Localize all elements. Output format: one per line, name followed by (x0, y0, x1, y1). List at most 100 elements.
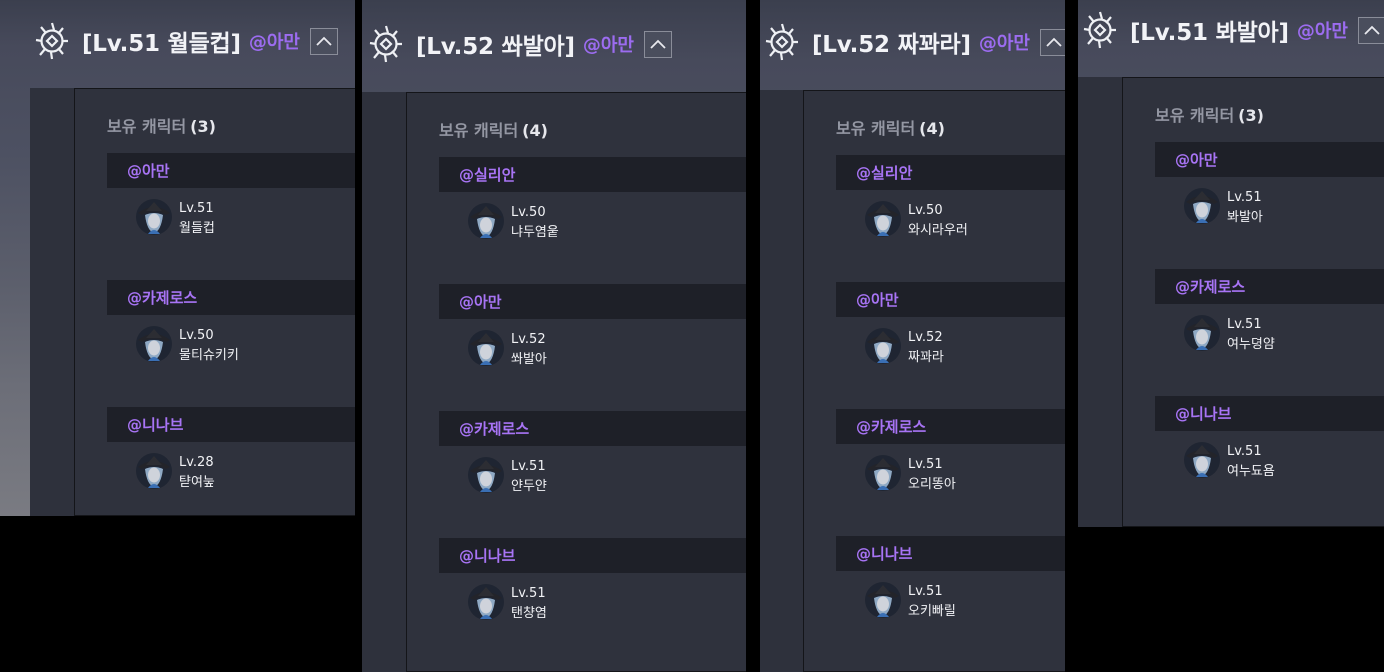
family-name: @카제로스 (856, 418, 927, 436)
character-name: 오리똥아 (908, 477, 956, 492)
collapse-button[interactable] (1039, 28, 1065, 56)
panel-heading: 보유 캐릭터 (4) (836, 119, 945, 138)
character-entry[interactable]: Lv.50 물티슈키키 (135, 325, 355, 366)
character-level: Lv.50 (908, 203, 943, 218)
character-name: 월들컵 (179, 221, 215, 236)
character-level: Lv.51 (1227, 190, 1262, 205)
family-bar: @아만 (836, 282, 1065, 317)
family-name: @카제로스 (1175, 278, 1246, 296)
family-name: @니나브 (459, 547, 516, 565)
character-entry[interactable]: Lv.52 쏴발아 (467, 329, 746, 370)
family-bar: @카제로스 (1155, 269, 1384, 304)
family-group: @니나브 Lv.51 여누됴욤 (1155, 396, 1384, 482)
character-count: (3) (1238, 106, 1264, 125)
character-portrait-icon (864, 200, 902, 238)
character-name: 탠챵염 (511, 606, 547, 621)
window-title: [Lv.51 봐발아] (1130, 20, 1289, 46)
collapse-button[interactable] (1357, 16, 1384, 44)
family-name: @니나브 (1175, 405, 1232, 423)
character-name: 냐두염웉 (511, 225, 559, 240)
character-level: Lv.52 (908, 330, 943, 345)
family-name: @실리안 (856, 164, 913, 182)
family-group: @카제로스 Lv.51 얀두얀 (439, 411, 746, 497)
family-bar: @니나브 (439, 538, 746, 573)
family-bar: @카제로스 (439, 411, 746, 446)
character-name: 물티슈키키 (179, 348, 239, 363)
character-panel: 보유 캐릭터 (4) @실리안 Lv.50 냐두염웉 @아만 Lv.52 쏴발아 @카… (406, 92, 746, 672)
window-strip-1: [Lv.51 월들컵] @아만 보유 캐릭터 (3) @아만 Lv.51 월들컵 @… (0, 0, 355, 672)
character-portrait-icon (135, 452, 173, 490)
character-entry[interactable]: Lv.51 여누뎡얌 (1183, 314, 1384, 355)
character-portrait-icon (1183, 441, 1221, 479)
character-entry[interactable]: Lv.28 탿여눞 (135, 452, 355, 493)
window-strip-2: [Lv.52 쏴발아] @아만 보유 캐릭터 (4) @실리안 Lv.50 냐두염웉… (362, 0, 746, 672)
family-name: @아만 (127, 162, 170, 180)
window-title: [Lv.51 월들컵] (82, 31, 241, 57)
character-name: 오키빠릴 (908, 604, 956, 619)
window-family: @아만 (582, 35, 634, 56)
chevron-up-icon (1364, 25, 1380, 35)
character-entry[interactable]: Lv.50 와시라우러 (864, 200, 1065, 241)
family-bar: @아만 (107, 153, 355, 188)
family-group: @아만 Lv.52 짜꽈라 (836, 282, 1065, 368)
guild-emblem-icon (32, 19, 72, 63)
character-panel: 보유 캐릭터 (3) @아만 Lv.51 월들컵 @카제로스 Lv.50 물티슈키키 … (74, 88, 355, 516)
character-entry[interactable]: Lv.52 짜꽈라 (864, 327, 1065, 368)
family-group: @실리안 Lv.50 냐두염웉 (439, 157, 746, 243)
family-name: @실리안 (459, 166, 516, 184)
character-entry[interactable]: Lv.51 오리똥아 (864, 454, 1065, 495)
guild-emblem-icon (1080, 8, 1120, 52)
family-name: @카제로스 (127, 289, 198, 307)
family-group: @카제로스 Lv.50 물티슈키키 (107, 280, 355, 366)
character-entry[interactable]: Lv.51 월들컵 (135, 198, 355, 239)
character-panel: 보유 캐릭터 (3) @아만 Lv.51 봐발아 @카제로스 Lv.51 여누뎡얌 @… (1122, 77, 1384, 527)
window-family: @아만 (978, 33, 1030, 54)
character-entry[interactable]: Lv.51 여누됴욤 (1183, 441, 1384, 482)
family-name: @아만 (459, 293, 502, 311)
window-family: @아만 (1296, 21, 1348, 42)
character-count: (4) (522, 121, 548, 140)
character-count: (3) (190, 117, 216, 136)
chevron-up-icon (650, 39, 666, 49)
window-family: @아만 (248, 32, 300, 53)
family-name: @니나브 (127, 416, 184, 434)
chevron-up-icon (316, 36, 332, 46)
character-level: Lv.51 (1227, 444, 1262, 459)
character-entry[interactable]: Lv.50 냐두염웉 (467, 202, 746, 243)
character-portrait-icon (1183, 314, 1221, 352)
character-level: Lv.50 (511, 205, 546, 220)
character-level: Lv.51 (908, 584, 943, 599)
character-portrait-icon (467, 456, 505, 494)
window-header: [Lv.51 봐발아] @아만 (1080, 8, 1384, 52)
character-entry[interactable]: Lv.51 얀두얀 (467, 456, 746, 497)
character-portrait-icon (467, 329, 505, 367)
collapse-button[interactable] (643, 30, 672, 58)
character-name: 얀두얀 (511, 479, 547, 494)
character-portrait-icon (864, 454, 902, 492)
family-bar: @아만 (439, 284, 746, 319)
character-name: 여누됴욤 (1227, 464, 1275, 479)
character-name: 쏴발아 (511, 352, 547, 367)
character-panel: 보유 캐릭터 (4) @실리안 Lv.50 와시라우러 @아만 Lv.52 짜꽈라 @… (803, 90, 1065, 672)
character-entry[interactable]: Lv.51 탠챵염 (467, 583, 746, 624)
character-level: Lv.52 (511, 332, 546, 347)
panel-heading: 보유 캐릭터 (4) (439, 121, 548, 140)
window-title: [Lv.52 짜꽈라] (812, 32, 971, 58)
character-entry[interactable]: Lv.51 오키빠릴 (864, 581, 1065, 622)
family-name: @아만 (1175, 151, 1218, 169)
character-portrait-icon (467, 583, 505, 621)
character-name: 탿여눞 (179, 475, 215, 490)
family-group: @아만 Lv.52 쏴발아 (439, 284, 746, 370)
family-bar: @카제로스 (836, 409, 1065, 444)
family-bar: @카제로스 (107, 280, 355, 315)
character-portrait-icon (864, 581, 902, 619)
character-entry[interactable]: Lv.51 봐발아 (1183, 187, 1384, 228)
collapse-button[interactable] (309, 27, 338, 55)
character-level: Lv.51 (908, 457, 943, 472)
character-name: 짜꽈라 (908, 350, 944, 365)
family-group: @카제로스 Lv.51 오리똥아 (836, 409, 1065, 495)
family-group: @실리안 Lv.50 와시라우러 (836, 155, 1065, 241)
window-header: [Lv.51 월들컵] @아만 (32, 19, 338, 63)
family-bar: @니나브 (836, 536, 1065, 571)
family-bar: @니나브 (107, 407, 355, 442)
